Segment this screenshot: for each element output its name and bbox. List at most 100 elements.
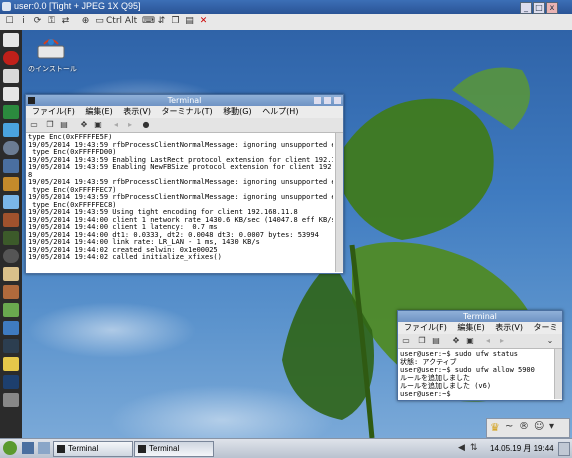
taskbar: Terminal Terminal ◀ ⇅ 14.05.19 月 19:44 xyxy=(0,438,572,458)
terminal-menubar: ファイル(F) 編集(E) 表示(V) ターミナル(T) 移 xyxy=(398,322,562,344)
keyboard-icon[interactable]: ⌨ xyxy=(142,16,155,27)
menu-terminal[interactable]: ターミナル(T) xyxy=(162,107,213,116)
dock-chart-icon[interactable] xyxy=(3,303,19,317)
paste-icon[interactable]: ▤ xyxy=(432,337,440,345)
terminal-output[interactable]: type Enc(0xFFFFFE5F) 19/05/2014 19:43:59 … xyxy=(28,134,333,270)
wave-icon[interactable]: ~ xyxy=(505,421,513,432)
dock-disc-icon[interactable] xyxy=(3,141,19,155)
zoom-icon[interactable]: ▣ xyxy=(466,337,474,345)
maximize-icon[interactable]: □ xyxy=(533,2,545,14)
close-icon[interactable] xyxy=(334,97,341,104)
registered-icon[interactable]: ® xyxy=(519,421,529,432)
dock-paint-icon[interactable] xyxy=(3,213,19,227)
zoom-icon[interactable]: ▣ xyxy=(94,121,102,129)
back-icon[interactable]: ◂ xyxy=(112,121,120,129)
dock-browser-icon[interactable] xyxy=(3,321,19,335)
start-menu-icon[interactable] xyxy=(3,441,17,455)
fullscreen-icon[interactable]: ✥ xyxy=(452,337,460,345)
new-tab-icon[interactable]: ▭ xyxy=(30,121,38,129)
dock-display-icon[interactable] xyxy=(3,375,19,389)
terminal-window-small[interactable]: Terminal ファイル(F) 編集(E) 表示(V) ターミナル(T) 移 … xyxy=(397,310,563,401)
paste-icon[interactable]: ▤ xyxy=(184,16,195,27)
info-icon[interactable]: i xyxy=(18,16,29,27)
terminal-titlebar[interactable]: Terminal xyxy=(26,95,343,106)
dock-settings-icon[interactable] xyxy=(3,249,19,263)
vnc-window-title: user:0.0 [Tight + JPEG 1X Q95] xyxy=(14,1,141,11)
maximize-icon[interactable] xyxy=(324,97,331,104)
fullscreen-icon[interactable]: ✥ xyxy=(80,121,88,129)
menu-view[interactable]: 表示(V) xyxy=(123,107,151,116)
minimize-icon[interactable]: _ xyxy=(520,2,532,14)
transfer-icon[interactable]: ⇵ xyxy=(156,16,167,27)
dock-archive-icon[interactable] xyxy=(3,267,19,281)
menu-file[interactable]: ファイル(F) xyxy=(404,323,447,332)
chevron-down-icon[interactable]: ⌄ xyxy=(546,337,554,345)
menu-view[interactable]: 表示(V) xyxy=(495,323,523,332)
copy-icon[interactable]: ❐ xyxy=(170,16,181,27)
swap-icon[interactable]: ⇄ xyxy=(60,16,71,27)
back-icon[interactable]: ◂ xyxy=(484,337,492,345)
ctrl-key-button[interactable]: Ctrl xyxy=(106,16,122,27)
zoom-icon[interactable]: ⊕ xyxy=(80,16,91,27)
vnc-app-icon xyxy=(2,2,11,11)
terminal-line: 19/05/2014 19:43:59 Enabling NewFBSize p… xyxy=(28,163,333,171)
tray-end-icon[interactable] xyxy=(558,442,570,456)
disconnect-icon[interactable]: ✕ xyxy=(198,16,209,27)
menu-edit[interactable]: 編集(E) xyxy=(457,323,484,332)
dock-terminal-icon[interactable] xyxy=(3,231,19,245)
user-icon[interactable]: ☺ xyxy=(534,421,544,432)
install-desktop-icon[interactable] xyxy=(34,36,68,62)
dock-misc-icon[interactable] xyxy=(3,393,19,407)
vnc-toolbar: ☐ i ⟳ ⚿ ⇄ ⊕ ▭ Ctrl Alt ⌨ ⇵ ❐ ▤ ✕ xyxy=(0,14,572,31)
clock[interactable]: 14.05.19 月 19:44 xyxy=(490,443,554,454)
task-terminal-1[interactable]: Terminal xyxy=(53,441,133,457)
menu-help[interactable]: ヘルプ(H) xyxy=(262,107,298,116)
close-icon[interactable]: x xyxy=(546,2,558,14)
alt-key-button[interactable]: Alt xyxy=(124,16,138,27)
volume-icon[interactable]: ◀ xyxy=(458,443,465,453)
options-icon[interactable]: ☐ xyxy=(4,16,15,27)
terminal-output[interactable]: user@user:~$ sudo ufw status 状態: アクティブ use… xyxy=(400,350,555,398)
dock-monitor-icon[interactable] xyxy=(3,159,19,173)
refresh-icon[interactable]: ⟳ xyxy=(32,16,43,27)
terminal-titlebar[interactable]: Terminal xyxy=(398,311,562,322)
forward-icon[interactable]: ▸ xyxy=(498,337,506,345)
paste-icon[interactable]: ▤ xyxy=(60,121,68,129)
menu-file[interactable]: ファイル(F) xyxy=(32,107,75,116)
lock-icon[interactable]: ⚿ xyxy=(46,16,57,27)
task-terminal-2[interactable]: Terminal xyxy=(134,441,214,457)
menu-edit[interactable]: 編集(E) xyxy=(85,107,112,116)
dock-network-icon[interactable] xyxy=(3,195,19,209)
dock-package-icon[interactable] xyxy=(3,177,19,191)
terminal-line: 状態: アクティブ xyxy=(400,358,457,366)
minimize-icon[interactable] xyxy=(314,97,321,104)
terminal-line: 19/05/2014 19:44:02 called initialize_xf… xyxy=(28,253,222,261)
dock-opera-icon[interactable] xyxy=(3,51,19,65)
terminal-scrollbar[interactable] xyxy=(335,133,343,272)
dock-editor-icon[interactable] xyxy=(3,87,19,101)
network-icon[interactable]: ⇅ xyxy=(470,443,478,453)
show-desktop-icon[interactable] xyxy=(22,442,34,454)
dock-blue-icon[interactable] xyxy=(3,123,19,137)
terminal-toolbar: ▭ ❐ ▤ ✥ ▣ ◂ ▸ ⌄ xyxy=(398,334,562,349)
help-icon[interactable]: ● xyxy=(142,121,150,129)
dock-files-icon[interactable] xyxy=(3,33,19,47)
dock-monitor2-icon[interactable] xyxy=(3,339,19,353)
terminal-scrollbar[interactable] xyxy=(554,349,562,399)
dock-app-icon[interactable] xyxy=(3,69,19,83)
task-label: Terminal xyxy=(68,444,99,453)
dock-green-icon[interactable] xyxy=(3,105,19,119)
copy-icon[interactable]: ❐ xyxy=(418,337,426,345)
forward-icon[interactable]: ▸ xyxy=(126,121,134,129)
copy-icon[interactable]: ❐ xyxy=(46,121,54,129)
terminal-window-main[interactable]: Terminal ファイル(F) 編集(E) 表示(V) ターミナル(T) 移動… xyxy=(25,94,344,274)
new-tab-icon[interactable]: ▭ xyxy=(402,337,410,345)
dock-graph-icon[interactable] xyxy=(3,357,19,371)
crown-icon[interactable]: ♛ xyxy=(490,421,500,434)
workspace-icon[interactable] xyxy=(38,442,50,454)
dock-notes-icon[interactable] xyxy=(3,285,19,299)
dropdown-icon[interactable]: ▾ xyxy=(549,421,554,432)
menu-go[interactable]: 移動(G) xyxy=(223,107,251,116)
fullscreen-icon[interactable]: ▭ xyxy=(94,16,105,27)
terminal-icon xyxy=(57,444,65,453)
